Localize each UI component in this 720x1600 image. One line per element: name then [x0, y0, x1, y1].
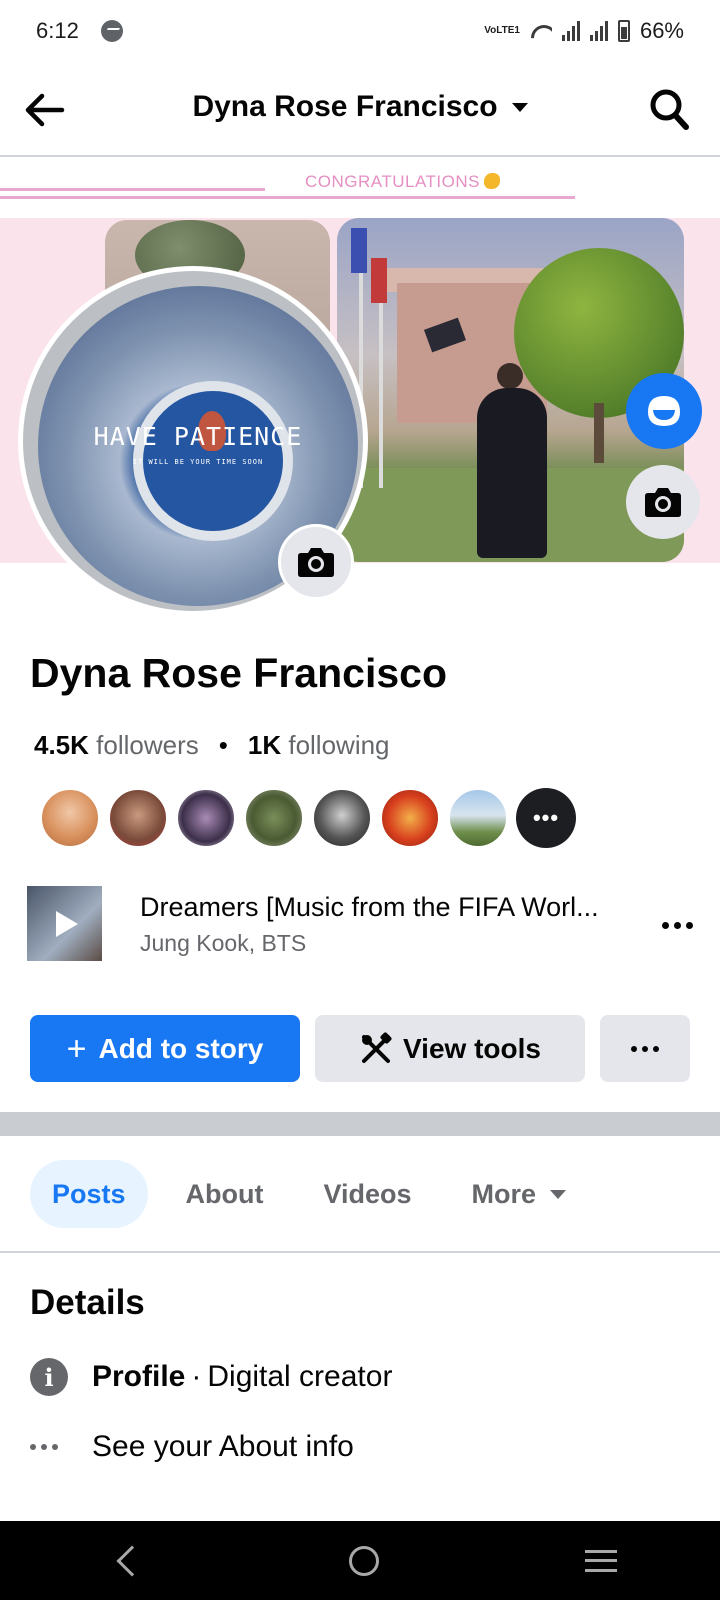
detail-separator: · — [191, 1360, 202, 1393]
music-options-button[interactable] — [657, 910, 697, 940]
battery-percent: 66% — [639, 18, 684, 43]
music-artist: Jung Kook, BTS — [140, 930, 307, 956]
camera-icon — [645, 488, 681, 517]
more-dot — [661, 921, 669, 929]
follow-stats[interactable]: 4.5K followers • 1K following — [34, 730, 390, 761]
more-dot — [673, 921, 681, 929]
status-bar: 6:12 VoLTE1 66% — [0, 0, 720, 62]
cover-area: CONGRATULATIONS HAVE PATIENCE IT WILL BE… — [0, 158, 720, 616]
header-title: Dyna Rose Francisco — [192, 90, 498, 123]
caret-down-icon — [511, 102, 528, 112]
graduate-figure — [477, 388, 547, 558]
messenger-notification-icon — [100, 20, 123, 42]
more-dot — [685, 921, 693, 929]
music-album-art[interactable] — [27, 886, 102, 961]
volte-icon: VoLTE1 — [484, 25, 520, 36]
add-to-story-button[interactable]: + Add to story — [30, 1015, 300, 1082]
more-dot — [631, 1045, 637, 1052]
details-heading: Details — [30, 1283, 145, 1322]
followers-count: 4.5K — [34, 730, 89, 760]
follower-avatar[interactable] — [108, 788, 168, 848]
avatar-button[interactable] — [626, 373, 702, 449]
more-dot — [642, 1045, 648, 1052]
signal-icon-2 — [589, 21, 608, 41]
profile-header: Dyna Rose Francisco — [0, 62, 720, 157]
see-about-info-label: See your About info — [92, 1430, 354, 1463]
tools-icon — [362, 1031, 392, 1063]
follower-avatar[interactable] — [176, 788, 236, 848]
more-followers-button[interactable]: ••• — [516, 788, 576, 848]
following-label: following — [288, 730, 390, 760]
following-stat[interactable]: 1K following — [248, 730, 390, 761]
music-title: Dreamers [Music from the FIFA Worl... — [140, 892, 599, 922]
tab-videos[interactable]: Videos — [302, 1160, 434, 1228]
section-divider — [0, 1112, 720, 1136]
tab-posts[interactable]: Posts — [30, 1160, 148, 1228]
view-tools-button[interactable]: View tools — [315, 1015, 585, 1082]
status-indicators: VoLTE1 66% — [484, 18, 684, 44]
nav-home-icon[interactable] — [349, 1545, 379, 1576]
status-time: 6:12 — [36, 18, 79, 43]
header-title-dropdown[interactable]: Dyna Rose Francisco — [0, 90, 720, 124]
followers-stat[interactable]: 4.5K followers — [34, 730, 199, 761]
battery-icon — [617, 20, 630, 42]
stats-separator: • — [218, 730, 228, 760]
detail-profile-label: Profile — [92, 1360, 186, 1393]
view-tools-label: View tools — [403, 1032, 541, 1064]
profile-tabs: Posts About Videos More — [30, 1160, 604, 1228]
tab-more[interactable]: More — [450, 1160, 589, 1228]
flag — [351, 228, 367, 273]
graduate-head — [497, 363, 523, 389]
add-to-story-label: Add to story — [98, 1032, 264, 1064]
flag — [371, 258, 387, 303]
detail-profile-row: i Profile · Digital creator — [30, 1358, 392, 1396]
change-profile-photo-button[interactable] — [278, 524, 354, 600]
nav-recents-icon[interactable] — [585, 1549, 617, 1572]
more-dot — [30, 1444, 36, 1450]
profile-more-button[interactable] — [600, 1015, 690, 1082]
search-icon — [650, 89, 689, 130]
tab-more-label: More — [471, 1178, 537, 1209]
follower-avatar[interactable] — [312, 788, 372, 848]
more-dot — [41, 1444, 47, 1450]
clap-icon — [484, 173, 500, 189]
wifi-icon — [530, 23, 552, 39]
banner-text: CONGRATULATIONS — [305, 172, 500, 192]
avatar-caption: HAVE PATIENCE — [93, 422, 303, 451]
follower-avatar[interactable] — [40, 788, 100, 848]
change-cover-photo-button[interactable] — [626, 465, 700, 539]
plus-icon: + — [66, 1029, 87, 1068]
follower-avatar[interactable] — [380, 788, 440, 848]
camera-icon — [298, 548, 334, 577]
tab-about[interactable]: About — [164, 1160, 286, 1228]
detail-profile-value: Digital creator — [207, 1360, 393, 1393]
profile-music[interactable]: Dreamers [Music from the FIFA Worl... Ju… — [27, 886, 697, 962]
play-icon — [55, 910, 78, 937]
banner-line — [0, 188, 265, 191]
search-button[interactable] — [648, 87, 690, 131]
followers-avatars[interactable]: ••• — [40, 788, 576, 848]
more-dots-icon — [631, 1045, 659, 1052]
profile-name: Dyna Rose Francisco — [30, 650, 447, 696]
caret-down-icon — [550, 1189, 567, 1199]
banner-line — [0, 196, 575, 199]
signal-icon — [561, 21, 580, 41]
banner-label: CONGRATULATIONS — [305, 172, 480, 191]
tree-trunk — [594, 403, 604, 463]
followers-label: followers — [96, 730, 199, 760]
follower-avatar[interactable] — [448, 788, 508, 848]
avatar-face-icon — [648, 396, 680, 426]
tabs-divider — [0, 1251, 720, 1253]
more-dots-icon — [30, 1444, 68, 1450]
see-about-info-link[interactable]: See your About info — [30, 1430, 354, 1464]
following-count: 1K — [247, 730, 282, 760]
nav-back-icon[interactable] — [116, 1544, 148, 1577]
info-icon: i — [30, 1358, 68, 1396]
avatar-subcaption: IT WILL BE YOUR TIME SOON — [132, 458, 264, 466]
system-navigation-bar — [0, 1521, 720, 1600]
follower-avatar[interactable] — [244, 788, 304, 848]
more-dot — [52, 1444, 58, 1450]
more-dot — [653, 1045, 659, 1052]
